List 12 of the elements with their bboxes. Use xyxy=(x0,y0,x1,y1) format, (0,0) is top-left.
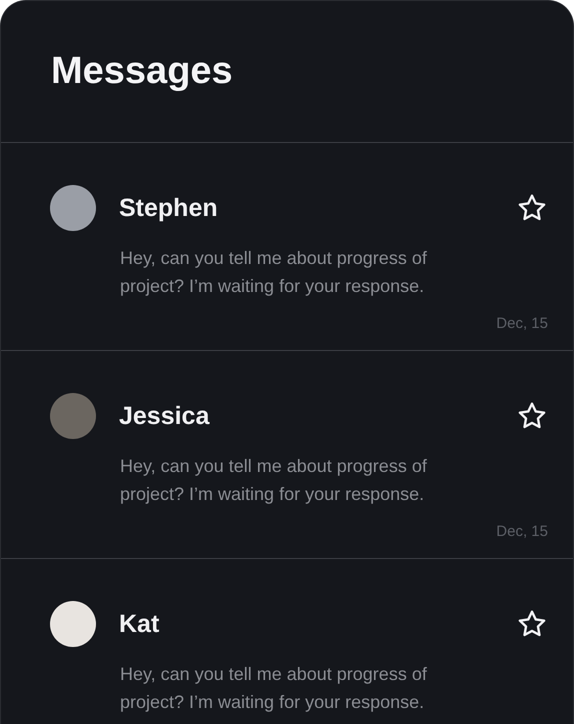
message-date: Dec, 15 xyxy=(495,315,548,332)
message-preview: Hey, can you tell me about progress of project? I’m waiting for your response. xyxy=(120,247,428,298)
avatar xyxy=(50,185,96,231)
avatar xyxy=(50,393,96,439)
message-date: Dec, 15 xyxy=(495,523,548,540)
message-preview: Hey, can you tell me about progress of project? I’m waiting for your response. xyxy=(120,455,428,506)
sender-name: Stephen xyxy=(119,194,219,222)
message-preview: Hey, can you tell me about progress of project? I’m waiting for your response. xyxy=(120,663,428,714)
avatar xyxy=(50,601,96,647)
sender-name: Kat xyxy=(119,610,160,638)
sender-name: Jessica xyxy=(119,402,210,430)
panel-title: Messages xyxy=(51,50,233,93)
